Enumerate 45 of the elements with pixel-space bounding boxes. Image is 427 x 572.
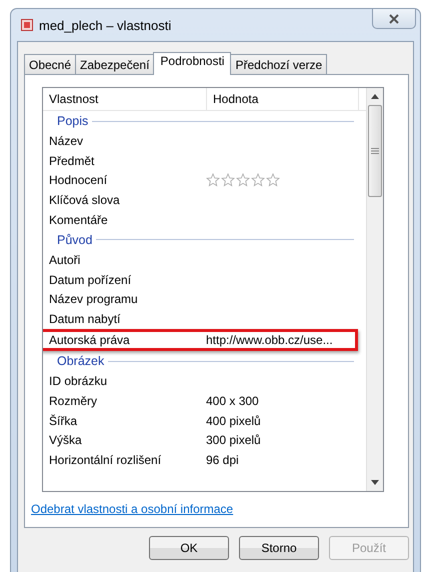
scroll-down-icon[interactable] bbox=[371, 480, 379, 485]
file-icon bbox=[21, 19, 33, 31]
property-name: Výška bbox=[49, 433, 83, 448]
close-button[interactable] bbox=[372, 9, 416, 29]
tab[interactable]: Podrobnosti bbox=[153, 52, 232, 75]
star-icon[interactable] bbox=[206, 173, 220, 188]
dialog-button[interactable]: Storno bbox=[239, 536, 319, 560]
group-title: Obrázek bbox=[57, 354, 104, 368]
property-name: Horizontální rozlišení bbox=[49, 453, 162, 468]
scroll-up-icon[interactable] bbox=[371, 94, 379, 99]
property-value: 96 dpi bbox=[206, 453, 239, 468]
property-name: ID obrázku bbox=[49, 374, 108, 388]
column-header[interactable]: Vlastnost bbox=[43, 88, 207, 110]
remove-properties-link[interactable]: Odebrat vlastnosti a osobní informace bbox=[31, 502, 234, 516]
property-name: Autorská práva bbox=[49, 333, 131, 348]
property-name: Datum pořízení bbox=[49, 272, 132, 287]
property-name: Předmět bbox=[49, 154, 96, 168]
tab[interactable]: Zabezpečení bbox=[75, 54, 154, 74]
close-icon bbox=[388, 14, 400, 24]
property-name: Rozměry bbox=[49, 394, 98, 408]
star-icon[interactable] bbox=[251, 173, 265, 188]
scrollbar[interactable] bbox=[366, 88, 383, 491]
tab[interactable]: Předchozí verze bbox=[230, 54, 328, 74]
tab[interactable]: Obecné bbox=[24, 54, 76, 74]
property-name: Klíčová slova bbox=[49, 193, 121, 208]
property-name: Autoři bbox=[49, 252, 82, 267]
property-name: Šířka bbox=[49, 414, 78, 428]
property-name: Název programu bbox=[49, 292, 139, 306]
property-name: Komentáře bbox=[49, 213, 109, 228]
property-value: 400 pixelů bbox=[206, 414, 261, 428]
property-name: Datum nabytí bbox=[49, 312, 122, 326]
star-icon[interactable] bbox=[221, 173, 235, 188]
property-value: http://www.obb.cz/use... bbox=[206, 333, 333, 348]
dialog-button[interactable]: OK bbox=[149, 536, 229, 560]
property-name: Hodnocení bbox=[49, 173, 108, 188]
column-header[interactable]: Hodnota bbox=[207, 88, 359, 110]
scroll-thumb[interactable] bbox=[368, 105, 382, 197]
window-title: med_plech – vlastnosti bbox=[39, 18, 172, 32]
group-title: Původ bbox=[57, 232, 92, 247]
star-icon[interactable] bbox=[266, 173, 280, 188]
property-name: Název bbox=[49, 134, 84, 148]
group-title: Popis bbox=[57, 114, 88, 128]
property-value: 400 x 300 bbox=[206, 394, 259, 408]
property-value: 300 pixelů bbox=[206, 433, 261, 448]
star-icon[interactable] bbox=[236, 173, 250, 188]
